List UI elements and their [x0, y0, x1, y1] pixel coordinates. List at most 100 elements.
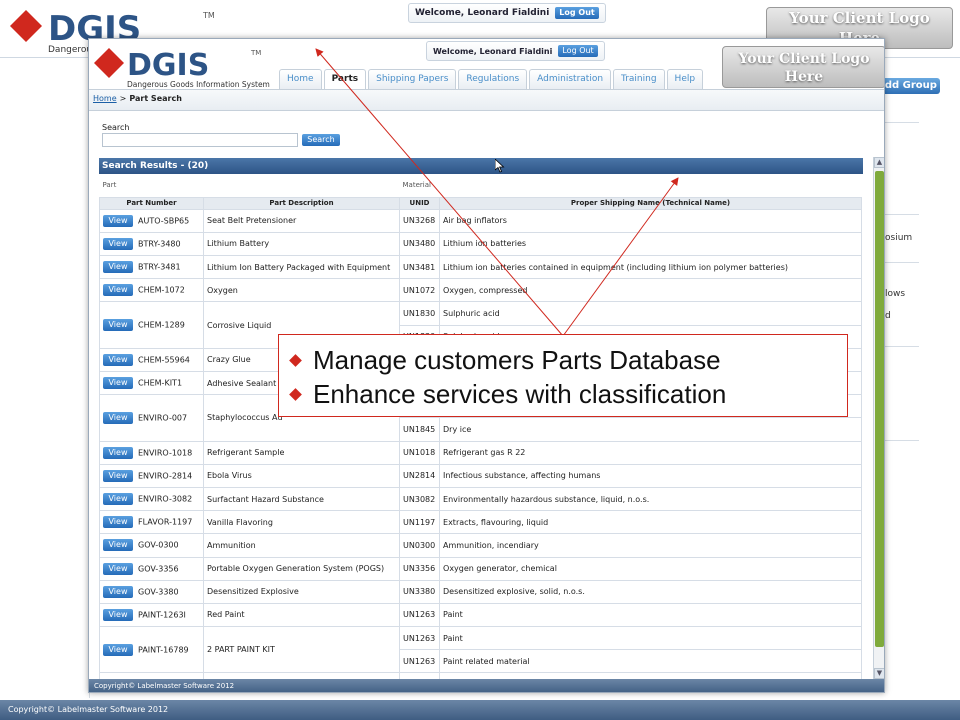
view-part-button[interactable]: View: [103, 214, 133, 227]
tab-parts[interactable]: Parts: [323, 69, 367, 89]
view-part-button[interactable]: View: [103, 539, 133, 552]
tab-home[interactable]: Home: [279, 69, 322, 89]
table-row: View ENVIRO-1018 Refrigerant Sample UN1018 R…: [99, 440, 863, 465]
tab-training[interactable]: Training: [613, 69, 665, 89]
part-number: GOV-3356: [138, 564, 179, 574]
unid-cell: UN3480: [399, 231, 441, 257]
table-row: View GOV-3356 Portable Oxygen Generation S…: [99, 556, 863, 581]
part-number: PAINT-1263I: [138, 610, 186, 620]
table-row: View GOV-0300 Ammunition UN0300 Ammunition, …: [99, 533, 863, 558]
callout-text: Manage customers Parts Database: [313, 344, 721, 375]
callout-line: Manage customers Parts Database: [289, 343, 847, 377]
window-footer: Copyright© Labelmaster Software 2012: [89, 679, 884, 692]
scroll-thumb[interactable]: [875, 171, 884, 647]
part-description: Oxygen: [202, 278, 401, 303]
breadcrumb-separator: >: [119, 94, 127, 103]
part-number-cell: View ENVIRO-007: [99, 394, 204, 442]
part-number: ENVIRO-2814: [138, 471, 193, 481]
view-part-button[interactable]: View: [103, 493, 133, 506]
proper-shipping-name-cell: Sulphuric acid: [439, 301, 863, 326]
part-description: Desensitized Explosive: [202, 579, 401, 604]
tab-administration[interactable]: Administration: [529, 69, 612, 89]
table-row: View PAINT-1263I Red Paint UN1263 Paint: [99, 602, 863, 628]
part-number-cell: View CHEM-1289: [99, 301, 204, 349]
view-part-button[interactable]: View: [103, 516, 133, 529]
view-part-button[interactable]: View: [103, 319, 133, 332]
part-number-cell: View PAINT-1263I: [99, 602, 204, 628]
table-row: View CHEM-1072 Oxygen UN1072 Oxygen, compres…: [99, 278, 863, 303]
part-description: Seat Belt Pretensioner: [202, 208, 401, 233]
column-header-part-description[interactable]: Part Description: [202, 196, 401, 210]
callout-box: Manage customers Parts Database Enhance …: [278, 334, 848, 417]
unid-cell: UN1197: [399, 510, 441, 535]
proper-shipping-name-cell: Paint related material: [439, 649, 863, 674]
view-part-button[interactable]: View: [103, 237, 133, 250]
background-divider: [885, 262, 919, 263]
background-sidebar: [0, 58, 90, 698]
proper-shipping-name-cell: Dry ice: [439, 417, 863, 442]
app-header: DGIS TM Dangerous Goods Information Syst…: [89, 39, 884, 91]
proper-shipping-name-cell: Infectious substance, affecting humans: [439, 463, 863, 488]
unid-cell: UN3481: [399, 255, 441, 280]
table-row: View FLAVOR-1197 Vanilla Flavoring UN1197 Ex…: [99, 510, 863, 535]
table-row: View ENVIRO-2814 Ebola Virus UN2814 Infectio…: [99, 463, 863, 488]
view-part-button[interactable]: View: [103, 261, 133, 274]
svg-text:TM: TM: [202, 11, 215, 20]
column-header-part-number[interactable]: Part Number: [99, 196, 204, 210]
unid-cell: UN1845: [399, 417, 441, 442]
view-part-button[interactable]: View: [103, 411, 133, 424]
tab-shipping-papers[interactable]: Shipping Papers: [368, 69, 457, 89]
background-divider: [885, 214, 919, 215]
part-number-cell: View CHEM-55964: [99, 347, 204, 373]
view-part-button[interactable]: View: [103, 469, 133, 482]
group-header-material: Material: [399, 174, 862, 198]
unid-cell: UN3380: [399, 579, 441, 604]
tab-regulations[interactable]: Regulations: [458, 69, 528, 89]
part-number: ENVIRO-3082: [138, 494, 193, 504]
unid-cell: UN3082: [399, 486, 441, 512]
column-header-proper-shipping-name[interactable]: Proper Shipping Name (Technical Name): [439, 196, 863, 210]
view-part-button[interactable]: View: [103, 608, 133, 621]
part-number: BTRY-3480: [138, 239, 181, 249]
proper-shipping-name-cell: Desensitized explosive, solid, n.o.s.: [439, 579, 863, 604]
results-scrollbar[interactable]: ▲ ▼: [873, 157, 884, 679]
svg-text:DGIS: DGIS: [127, 48, 209, 83]
background-logout-button[interactable]: Log Out: [555, 7, 599, 19]
part-number-cell: View CHEM-1072: [99, 278, 204, 303]
search-input[interactable]: [102, 133, 298, 147]
background-text-fragment: lows: [885, 289, 906, 299]
background-text-fragment: osium: [885, 233, 913, 243]
view-part-button[interactable]: View: [103, 643, 133, 656]
part-description: Lithium Ion Battery Packaged with Equipm…: [202, 255, 401, 280]
table-row: View GOV-3380 Desensitized Explosive UN3380…: [99, 579, 863, 604]
part-number: BTRY-3481: [138, 262, 181, 272]
view-part-button[interactable]: View: [103, 377, 133, 390]
search-button[interactable]: Search: [302, 134, 340, 146]
proper-shipping-name-cell: Lithium ion batteries: [439, 231, 863, 257]
table-row: View BTRY-3480 Lithium Battery UN3480 Lithiu…: [99, 231, 863, 257]
view-part-button[interactable]: View: [103, 585, 133, 598]
background-welcome: Welcome, Leonard Fialdini Log Out: [408, 3, 606, 23]
dgis-logo: DGIS TM Dangerous Goods Information Syst…: [94, 48, 270, 89]
view-part-button[interactable]: View: [103, 562, 133, 575]
diamond-bullet-icon: [289, 353, 302, 367]
breadcrumb-home-link[interactable]: Home: [93, 94, 117, 103]
table-row: View CHEM-1289 Corrosive Liquid UN1830 Sulph…: [99, 301, 863, 349]
scroll-down-icon[interactable]: ▼: [874, 668, 884, 679]
proper-shipping-name-cell: Lithium ion batteries contained in equip…: [439, 255, 863, 280]
view-part-button[interactable]: View: [103, 353, 133, 366]
part-number: FLAVOR-1197: [138, 517, 193, 527]
column-header-unid[interactable]: UNID: [399, 196, 441, 210]
welcome-box: Welcome, Leonard Fialdini Log Out: [426, 41, 605, 61]
proper-shipping-name-cell: Oxygen, compressed: [439, 278, 863, 303]
view-part-button[interactable]: View: [103, 284, 133, 297]
background-divider: [885, 440, 919, 441]
tab-help[interactable]: Help: [666, 69, 704, 89]
part-number: GOV-3380: [138, 587, 179, 597]
view-part-button[interactable]: View: [103, 446, 133, 459]
part-number-cell: View PAINT-16789: [99, 626, 204, 674]
part-number: ENVIRO-007: [138, 413, 188, 423]
logout-button[interactable]: Log Out: [558, 45, 598, 57]
part-description: Lithium Battery: [202, 231, 401, 257]
scroll-up-icon[interactable]: ▲: [874, 157, 884, 168]
